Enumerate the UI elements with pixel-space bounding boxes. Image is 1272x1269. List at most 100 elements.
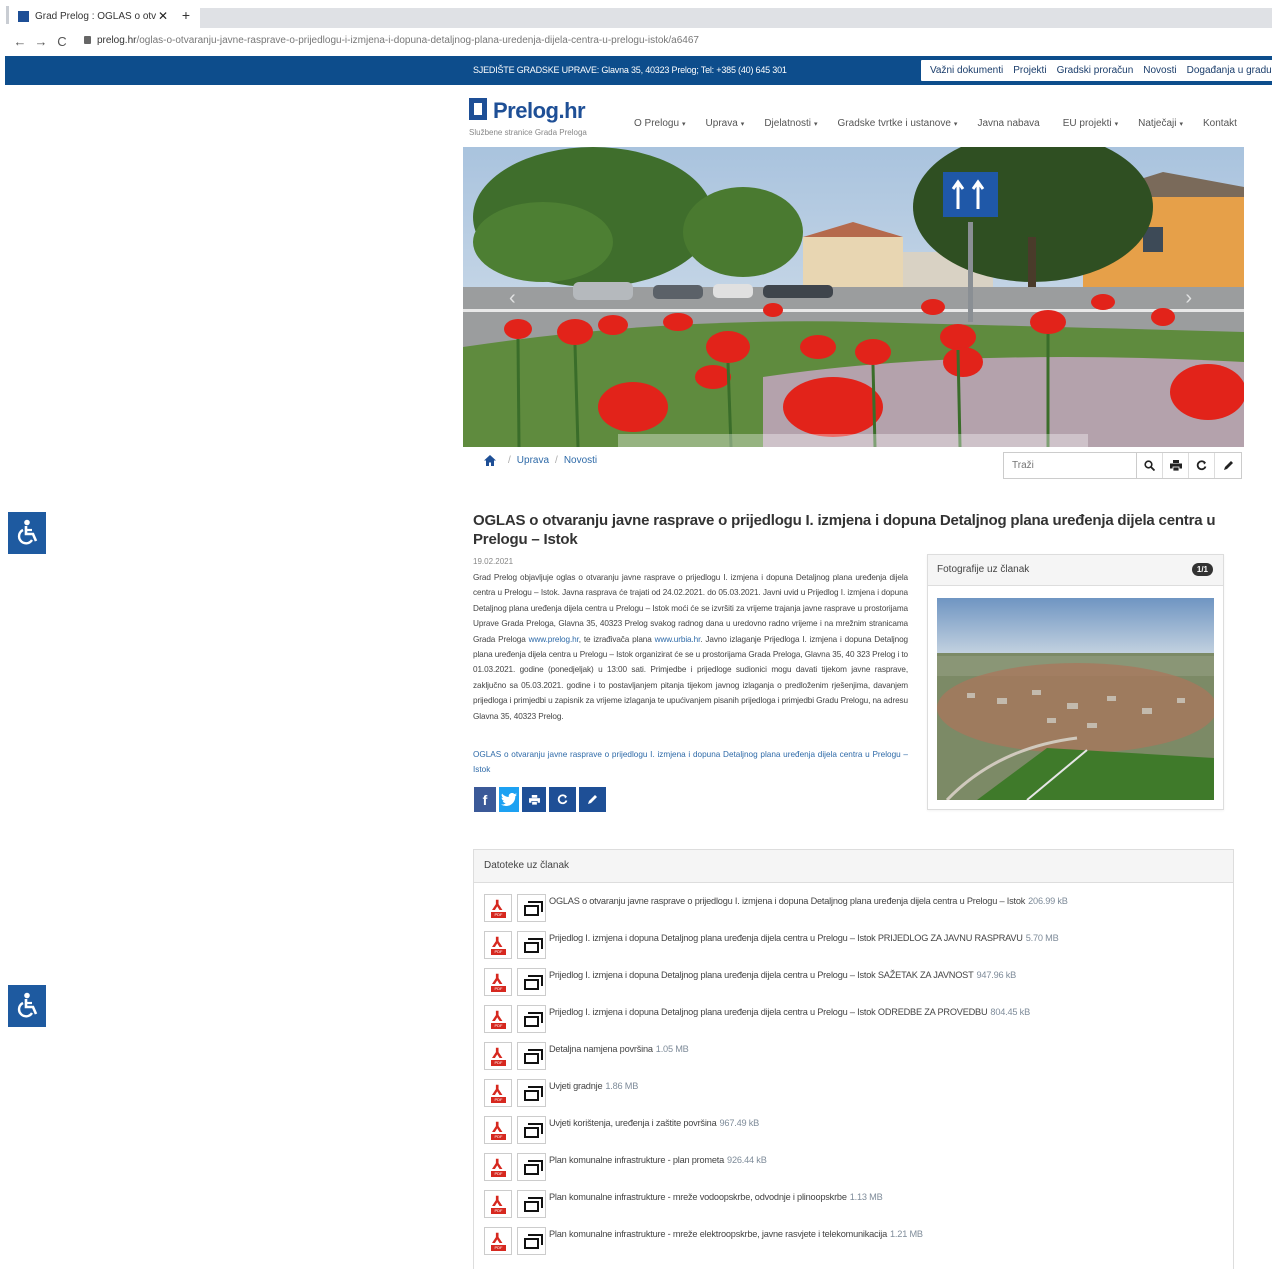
file-link[interactable]: Prijedlog I. izmjena i dopuna Detaljnog … <box>549 933 1059 943</box>
link-prelog[interactable]: www.prelog.hr <box>529 635 579 644</box>
slider-prev-icon[interactable]: ‹ <box>509 287 516 310</box>
tab-edge <box>6 6 9 24</box>
pdf-icon[interactable]: ⅄ PDF <box>484 1190 512 1218</box>
file-link[interactable]: Uvjeti korištenja, uređenja i zaštite po… <box>549 1118 759 1128</box>
nav-gradske-tvrtke[interactable]: Gradske tvrtke i ustanove ▾ <box>838 118 958 129</box>
back-arrow-icon[interactable]: ← <box>12 34 28 50</box>
nav-o-prelogu[interactable]: O Prelogu ▾ <box>634 118 686 129</box>
nav-eu-projekti[interactable]: EU projekti ▾ <box>1063 118 1118 129</box>
address-bar[interactable]: prelog.hr/oglas-o-otvaranju-javne-raspra… <box>84 35 699 46</box>
file-link[interactable]: Plan komunalne infrastrukture - mreže el… <box>549 1229 923 1239</box>
top-link-novosti[interactable]: Novosti <box>1143 65 1176 76</box>
top-links: Važni dokumenti Projekti Gradski proraču… <box>921 60 1272 81</box>
preview-window-icon[interactable] <box>517 1116 546 1144</box>
preview-window-icon[interactable] <box>517 968 546 996</box>
breadcrumb-uprava[interactable]: Uprava <box>517 455 549 466</box>
file-link[interactable]: Plan komunalne infrastrukture - plan pro… <box>549 1155 767 1165</box>
edit-share-button[interactable] <box>579 787 606 812</box>
files-heading: Datoteke uz članak <box>474 850 1233 883</box>
tab-close-icon[interactable]: ✕ <box>156 9 170 23</box>
pdf-icon[interactable]: ⅄ PDF <box>484 1042 512 1070</box>
file-title: Plan komunalne infrastrukture - mreže el… <box>549 1229 888 1239</box>
breadcrumb-novosti[interactable]: Novosti <box>564 455 597 466</box>
preview-window-icon[interactable] <box>517 1005 546 1033</box>
edit-button[interactable] <box>1215 453 1241 478</box>
pdf-icon[interactable]: ⅄ PDF <box>484 1153 512 1181</box>
print-icon <box>1169 460 1182 471</box>
browser-tab[interactable]: Grad Prelog : OGLAS o otvaranju ✕ <box>10 6 170 26</box>
window-front <box>524 1127 539 1138</box>
forward-arrow-icon[interactable]: → <box>33 34 49 50</box>
preview-window-icon[interactable] <box>517 1079 546 1107</box>
pdf-icon[interactable]: ⅄ PDF <box>484 1005 512 1033</box>
nav-natjecaji[interactable]: Natječaji ▾ <box>1138 118 1183 129</box>
pdf-icon[interactable]: ⅄ PDF <box>484 894 512 922</box>
file-link[interactable]: Detaljna namjena površina 1.05 MB <box>549 1044 689 1054</box>
reload-icon[interactable]: C <box>54 34 70 50</box>
print-button[interactable] <box>1163 453 1189 478</box>
refresh-share-button[interactable] <box>549 787 576 812</box>
nav-uprava[interactable]: Uprava ▾ <box>706 118 745 129</box>
facebook-share-button[interactable]: f <box>474 787 496 812</box>
preview-window-icon[interactable] <box>517 894 546 922</box>
new-tab-button[interactable]: + <box>178 6 194 24</box>
top-link-dogadanja[interactable]: Događanja u gradu <box>1187 65 1272 76</box>
refresh-button[interactable] <box>1189 453 1215 478</box>
file-link[interactable]: OGLAS o otvaranju javne rasprave o prije… <box>549 896 1068 906</box>
caret-down-icon: ▾ <box>740 121 745 128</box>
file-row: ⅄ PDF Plan komunalne infrastrukture - plan… <box>484 1153 767 1183</box>
nav-label: Natječaji <box>1138 118 1177 129</box>
preview-window-icon[interactable] <box>517 1190 546 1218</box>
site-logo[interactable]: Prelog.hr Službene stranice Grada Prelog… <box>469 98 587 137</box>
pdf-symbol: ⅄ <box>492 1119 503 1135</box>
file-title: Prijedlog I. izmjena i dopuna Detaljnog … <box>549 970 974 980</box>
home-icon[interactable] <box>484 455 496 466</box>
preview-window-icon[interactable] <box>517 1153 546 1181</box>
twitter-share-button[interactable] <box>499 787 519 812</box>
file-size: 947.96 kB <box>976 970 1017 980</box>
file-link[interactable]: Prijedlog I. izmjena i dopuna Detaljnog … <box>549 1007 1030 1017</box>
file-row: ⅄ PDF OGLAS o otvaranju javne rasprave o p… <box>484 894 1068 924</box>
pdf-icon[interactable]: ⅄ PDF <box>484 1227 512 1255</box>
hero-illustration <box>463 147 1244 447</box>
pdf-icon[interactable]: ⅄ PDF <box>484 1079 512 1107</box>
announcement-document-link[interactable]: OGLAS o otvaranju javne rasprave o prije… <box>473 747 908 778</box>
file-link[interactable]: Prijedlog I. izmjena i dopuna Detaljnog … <box>549 970 1016 980</box>
tabbar-background <box>200 8 1272 28</box>
slider-next-icon[interactable]: › <box>1185 287 1192 310</box>
search-input[interactable] <box>1004 453 1137 478</box>
nav-javna-nabava[interactable]: Javna nabava <box>977 118 1042 129</box>
nav-djelatnosti[interactable]: Djelatnosti ▾ <box>764 118 817 129</box>
preview-window-icon[interactable] <box>517 1042 546 1070</box>
aerial-town-photo[interactable] <box>937 598 1214 800</box>
pdf-icon[interactable]: ⅄ PDF <box>484 1116 512 1144</box>
file-size: 1.13 MB <box>849 1192 883 1202</box>
top-link-vazni-dokumenti[interactable]: Važni dokumenti <box>930 65 1003 76</box>
file-row: ⅄ PDF Prijedlog I. izmjena i dopuna Detalj… <box>484 968 1016 998</box>
accessibility-button[interactable] <box>8 512 46 554</box>
preview-window-icon[interactable] <box>517 1227 546 1255</box>
pdf-label: PDF <box>491 949 506 955</box>
hero-slider-image: ‹ › <box>463 147 1244 447</box>
pdf-icon[interactable]: ⅄ PDF <box>484 931 512 959</box>
share-buttons: f <box>474 787 606 812</box>
file-size: 1.05 MB <box>655 1044 689 1054</box>
file-link[interactable]: Uvjeti gradnje 1.86 MB <box>549 1081 638 1091</box>
pdf-label: PDF <box>491 1208 506 1214</box>
preview-window-icon[interactable] <box>517 931 546 959</box>
file-link[interactable]: Plan komunalne infrastrukture - mreže vo… <box>549 1192 883 1202</box>
tab-title: Grad Prelog : OGLAS o otvaranju <box>35 10 156 22</box>
pdf-icon[interactable]: ⅄ PDF <box>484 968 512 996</box>
nav-kontakt[interactable]: Kontakt <box>1203 118 1240 129</box>
print-share-button[interactable] <box>522 787 546 812</box>
search-button[interactable] <box>1137 453 1163 478</box>
window-front <box>524 1090 539 1101</box>
top-link-gradski-proracun[interactable]: Gradski proračun <box>1057 65 1134 76</box>
pdf-symbol: ⅄ <box>492 934 503 950</box>
top-link-projekti[interactable]: Projekti <box>1013 65 1046 76</box>
accessibility-button-2[interactable] <box>8 985 46 1027</box>
pencil-icon <box>588 795 597 804</box>
link-urbia[interactable]: www.urbia.hr <box>655 635 701 644</box>
nav-label: Djelatnosti <box>764 118 812 129</box>
file-row: ⅄ PDF Detaljna namjena površina 1.05 MB <box>484 1042 689 1072</box>
